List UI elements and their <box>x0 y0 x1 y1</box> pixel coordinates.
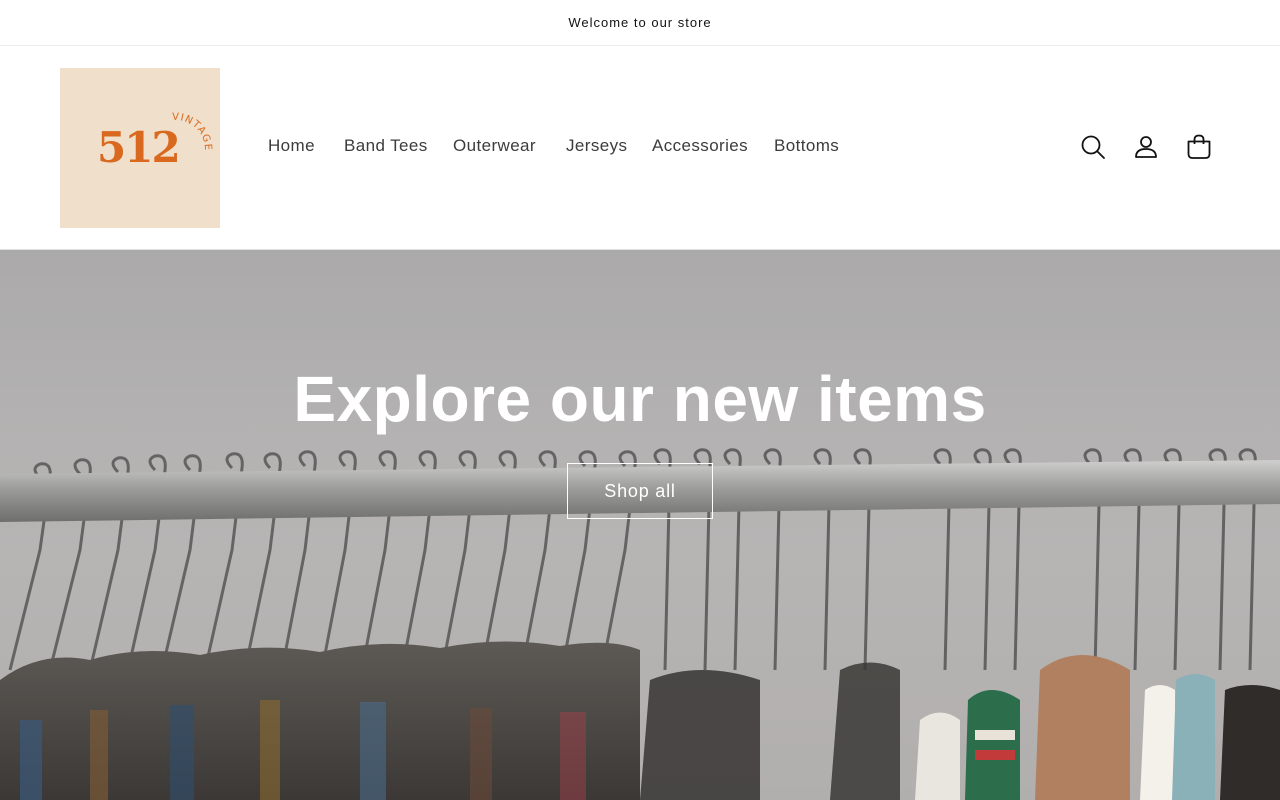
hero-banner: Explore our new items Shop all <box>0 250 1280 800</box>
nav-item-home[interactable]: Home <box>268 136 315 156</box>
logo-mark: 512 VINTAGE <box>97 112 212 172</box>
nav-item-accessories[interactable]: Accessories <box>652 136 748 156</box>
search-button[interactable] <box>1078 132 1108 162</box>
announcement-bar: Welcome to our store <box>0 0 1280 46</box>
nav-item-jerseys[interactable]: Jerseys <box>566 136 627 156</box>
announcement-text: Welcome to our store <box>568 15 712 30</box>
account-icon <box>1135 136 1157 158</box>
search-icon <box>1081 135 1105 159</box>
nav-item-band-tees[interactable]: Band Tees <box>344 136 428 156</box>
account-button[interactable] <box>1131 132 1161 162</box>
cart-icon <box>1187 134 1211 159</box>
site-header: 512 VINTAGE Home Band Tees Outerwear Jer… <box>0 47 1280 250</box>
hero-title: Explore our new items <box>293 363 987 435</box>
shop-all-label: Shop all <box>604 480 676 501</box>
hero-image <box>0 250 1280 800</box>
logo-number: 512 <box>97 123 179 172</box>
nav-item-outerwear[interactable]: Outerwear <box>453 136 536 156</box>
nav-item-bottoms[interactable]: Bottoms <box>774 136 839 156</box>
shop-all-button[interactable]: Shop all <box>567 463 713 519</box>
cart-button[interactable] <box>1184 132 1214 162</box>
store-logo[interactable]: 512 VINTAGE <box>60 68 220 228</box>
